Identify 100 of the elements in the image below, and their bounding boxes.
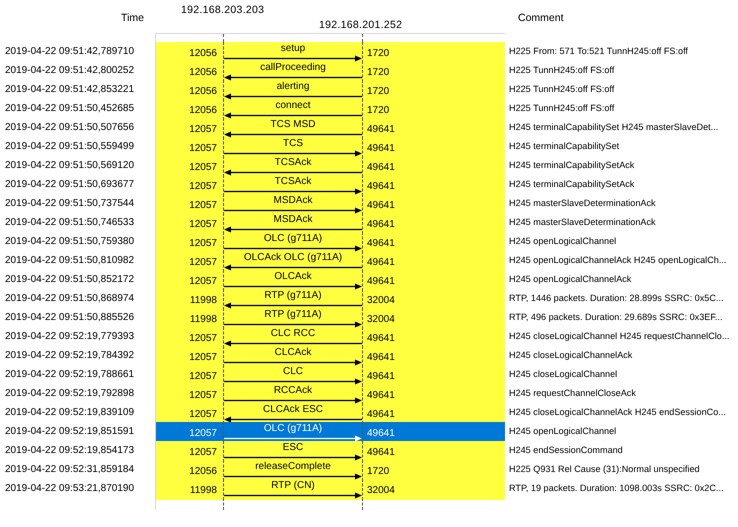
port-label: 12057 — [188, 237, 218, 251]
time-cell-text: 2019-04-22 09:52:19,779393 — [4, 330, 136, 344]
port-label: 12056 — [188, 66, 218, 80]
comment-text: H245 openLogicalChannel — [508, 425, 618, 438]
time-cell-text: 2019-04-22 09:52:19,854173 — [4, 444, 136, 458]
column-header: Comment — [517, 11, 565, 26]
flow-row-graph[interactable]: 12056 setup 1720 — [155, 42, 505, 63]
port-label: 49641 — [366, 237, 396, 251]
message-label: TCS MSD — [270, 119, 316, 130]
flow-row-graph[interactable]: 12056 releaseComplete 1720 — [155, 460, 505, 481]
comment-text: H225 Q931 Rel Cause (31):Normal unspecified — [508, 463, 701, 476]
port-label: 12057 — [188, 446, 218, 460]
port-label: 12057 — [188, 332, 218, 346]
port-label: 1720 — [366, 104, 390, 118]
flow-row-graph[interactable]: 12057 ESC 49641 — [155, 441, 505, 462]
time-cell-text: 2019-04-22 09:51:50,693677 — [4, 178, 136, 192]
flow-row-graph[interactable]: 12057 MSDAck 49641 — [155, 213, 505, 234]
message-label: RTP (g711A) — [264, 290, 322, 301]
time-cell-text: 2019-04-22 09:51:50,885526 — [4, 311, 136, 325]
flow-row-graph[interactable]: 12057 CLC 49641 — [155, 365, 505, 386]
message-label: CLC RCC — [270, 328, 316, 339]
message-label: RTP (CN) — [271, 480, 315, 491]
flow-row-graph[interactable]: 12057 CLCAck ESC 49641 — [155, 403, 505, 424]
port-label: 12057 — [188, 427, 218, 441]
port-label: 12056 — [188, 47, 218, 61]
flow-row-graph[interactable]: 12057 TCS MSD 49641 — [155, 118, 505, 139]
column-header: Time — [120, 11, 145, 26]
flow-row-graph[interactable]: 12057 OLCAck 49641 — [155, 270, 505, 291]
time-cell-text: 2019-04-22 09:51:50,852172 — [4, 273, 136, 287]
message-label: OLC (g711A) — [264, 233, 322, 244]
port-label: 12057 — [188, 408, 218, 422]
port-label: 12056 — [188, 85, 218, 99]
comment-text: H245 terminalCapabilitySetAck — [508, 159, 636, 172]
comment-text: H245 closeLogicalChannelAck H245 endSessionCo... — [508, 406, 727, 419]
port-label: 12056 — [188, 104, 218, 118]
time-cell-text: 2019-04-22 09:51:50,810982 — [4, 254, 136, 268]
flow-row-graph[interactable]: 12057 OLC (g711A) 49641 — [155, 422, 505, 443]
port-label: 32004 — [366, 313, 396, 327]
port-label: 32004 — [366, 484, 396, 498]
flow-row-graph[interactable]: 12057 TCS 49641 — [155, 137, 505, 158]
time-cell-text: 2019-04-22 09:52:19,792898 — [4, 387, 136, 401]
port-label: 12057 — [188, 389, 218, 403]
time-cell-text: 2019-04-22 09:51:50,452685 — [4, 102, 136, 116]
port-label: 49641 — [366, 446, 396, 460]
flow-row-graph[interactable]: 12057 CLCAck 49641 — [155, 346, 505, 367]
flow-row-graph[interactable]: 12057 OLCAck OLC (g711A) 49641 — [155, 251, 505, 272]
flow-row-graph[interactable]: 12057 TCSAck 49641 — [155, 156, 505, 177]
flow-row-graph[interactable]: 12056 alerting 1720 — [155, 80, 505, 101]
port-label: 49641 — [366, 275, 396, 289]
message-label: connect — [275, 100, 311, 111]
port-label: 49641 — [366, 218, 396, 232]
time-cell-text: 2019-04-22 09:51:50,569120 — [4, 159, 136, 173]
message-label: TCSAck — [274, 157, 312, 168]
port-label: 1720 — [366, 47, 390, 61]
comment-text: H245 openLogicalChannel — [508, 235, 618, 248]
port-label: 49641 — [366, 389, 396, 403]
message-label: ESC — [282, 442, 304, 453]
port-label: 12057 — [188, 351, 218, 365]
time-cell-text: 2019-04-22 09:51:42,800252 — [4, 64, 136, 78]
message-label: releaseComplete — [255, 461, 331, 472]
port-label: 49641 — [366, 256, 396, 270]
time-cell-text: 2019-04-22 09:52:19,788661 — [4, 368, 136, 382]
flow-row-graph[interactable]: 12057 TCSAck 49641 — [155, 175, 505, 196]
flow-row-graph[interactable]: 12056 connect 1720 — [155, 99, 505, 120]
comment-text: H245 closeLogicalChannelAck — [508, 349, 634, 362]
comment-text: H245 terminalCapabilitySet H245 masterSlaveDet... — [508, 121, 720, 134]
port-label: 49641 — [366, 161, 396, 175]
flow-row-graph[interactable]: 11998 RTP (g711A) 32004 — [155, 308, 505, 329]
message-label: OLCAck OLC (g711A) — [244, 252, 342, 263]
comment-text: H245 requestChannelCloseAck — [508, 387, 637, 400]
time-cell-text: 2019-04-22 09:51:50,868974 — [4, 292, 136, 306]
flow-row-graph[interactable]: 12057 OLC (g711A) 49641 — [155, 232, 505, 253]
comment-text: H245 openLogicalChannelAck — [508, 273, 632, 286]
flow-row-graph[interactable]: 12057 RCCAck 49641 — [155, 384, 505, 405]
message-label: RCCAck — [274, 385, 312, 396]
port-label: 49641 — [366, 351, 396, 365]
port-label: 11998 — [188, 313, 218, 327]
comment-text: H245 terminalCapabilitySetAck — [508, 178, 636, 191]
comment-text: H245 terminalCapabilitySet — [508, 140, 620, 153]
port-label: 12057 — [188, 370, 218, 384]
comment-text: H245 openLogicalChannelAck H245 openLogicalCh... — [508, 254, 728, 267]
comment-text: RTP, 19 packets. Duration: 1098.003s SSRC: 0x2C... — [508, 482, 724, 495]
port-label: 32004 — [366, 294, 396, 308]
flow-row-graph[interactable]: 11998 RTP (g711A) 32004 — [155, 289, 505, 310]
message-label: alerting — [276, 81, 310, 92]
comment-text: H225 TunnH245:off FS:off — [508, 102, 616, 115]
port-label: 12057 — [188, 275, 218, 289]
port-label: 12057 — [188, 161, 218, 175]
flow-row-graph[interactable]: 12057 CLC RCC 49641 — [155, 327, 505, 348]
flow-row-graph[interactable]: 12056 callProceeding 1720 — [155, 61, 505, 82]
flow-row-graph[interactable]: 11998 RTP (CN) 32004 — [155, 479, 505, 500]
comment-text: H245 closeLogicalChannel — [508, 368, 618, 381]
port-label: 11998 — [188, 294, 218, 308]
port-label: 49641 — [366, 123, 396, 137]
port-label: 12057 — [188, 180, 218, 194]
message-label: TCS — [283, 138, 303, 149]
flow-row-graph[interactable]: 12057 MSDAck 49641 — [155, 194, 505, 215]
message-label: setup — [280, 43, 306, 54]
message-label: CLCAck — [274, 347, 312, 358]
message-label: MSDAck — [274, 195, 312, 206]
